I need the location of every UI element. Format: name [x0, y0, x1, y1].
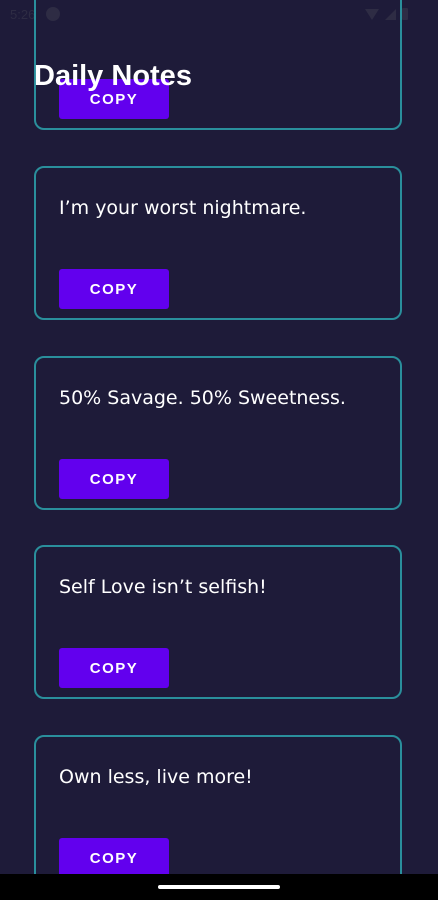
note-text: Self Love isn’t selfish!: [59, 576, 267, 598]
note-text: I’m your worst nightmare.: [59, 197, 307, 219]
note-text: 50% Savage. 50% Sweetness.: [59, 387, 346, 409]
note-card: I’m your worst nightmare. COPY: [34, 166, 402, 320]
copy-button[interactable]: COPY: [59, 648, 169, 688]
copy-button[interactable]: COPY: [59, 269, 169, 309]
note-card: Self Love isn’t selfish! COPY: [34, 545, 402, 699]
copy-button[interactable]: COPY: [59, 838, 169, 874]
home-indicator[interactable]: [158, 885, 280, 889]
note-card: 50% Savage. 50% Sweetness. COPY: [34, 356, 402, 510]
note-text: Own less, live more!: [59, 766, 253, 788]
copy-button[interactable]: COPY: [59, 459, 169, 499]
page-title: Daily Notes: [34, 60, 192, 92]
notes-list[interactable]: COPY I’m your worst nightmare. COPY 50% …: [0, 0, 438, 874]
note-card: Own less, live more! COPY: [34, 735, 402, 874]
navigation-bar: [0, 874, 438, 900]
